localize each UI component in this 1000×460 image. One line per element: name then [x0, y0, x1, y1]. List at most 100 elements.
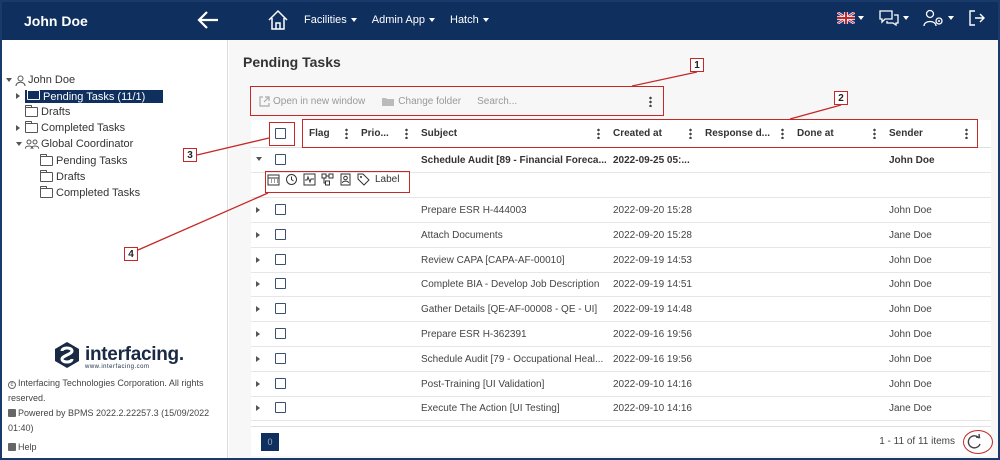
tree-item-gc-drafts[interactable]: Drafts	[40, 169, 85, 185]
collapse-sidebar-icon[interactable]	[196, 9, 220, 31]
expand-icon[interactable]	[16, 125, 20, 131]
row-subject: Review CAPA [CAPA-AF-00010]	[421, 254, 565, 266]
row-subject: Prepare ESR H-444003	[421, 205, 527, 216]
folder-icon	[40, 170, 53, 182]
chevron-down-icon	[350, 18, 357, 22]
expand-icon[interactable]	[16, 142, 22, 146]
row-checkbox[interactable]	[275, 303, 286, 315]
row-subject: Execute The Action [UI Testing]	[421, 403, 560, 415]
row-checkbox[interactable]	[275, 204, 286, 215]
tree-item-completed-tasks[interactable]: Completed Tasks	[16, 120, 125, 136]
copyright-text: c Interfacing Technologies Corporation. A…	[8, 378, 204, 403]
row-subject: Gather Details [QE-AF-00008 - QE - UI]	[421, 304, 598, 316]
row-subject: Schedule Audit [79 - Occupational Heal..…	[421, 353, 604, 365]
table-row[interactable]: Complete BIA - Develop Job Description 20…	[251, 272, 991, 298]
user-icon	[15, 75, 26, 86]
info-icon	[8, 409, 16, 417]
menu-hatch[interactable]: Hatch	[450, 14, 489, 26]
chevron-down-icon	[482, 18, 489, 22]
row-checkbox[interactable]	[275, 352, 286, 364]
annotation-label-4: 4	[124, 247, 138, 261]
help-link[interactable]: Help	[8, 440, 222, 455]
help-icon	[8, 443, 16, 451]
logo-text: interfacing.	[85, 344, 184, 365]
expand-row-icon[interactable]	[256, 207, 260, 213]
menu-admin-app[interactable]: Admin App	[372, 14, 435, 26]
expand-row-icon[interactable]	[256, 281, 260, 288]
expand-row-icon[interactable]	[256, 306, 260, 313]
row-checkbox[interactable]	[275, 402, 286, 414]
row-checkbox[interactable]	[275, 253, 286, 265]
row-created: 2022-09-19 14:53	[613, 254, 692, 266]
row-subject: Attach Documents	[421, 229, 503, 241]
expand-row-icon[interactable]	[256, 231, 260, 238]
table-row[interactable]: Schedule Audit [79 - Occupational Heal..…	[251, 347, 991, 372]
copyright-icon: c	[8, 381, 16, 389]
row-created: 2022-09-20 15:28	[613, 229, 692, 241]
logout-icon[interactable]	[968, 9, 986, 27]
user-settings-menu[interactable]	[923, 9, 954, 27]
expand-icon[interactable]	[16, 93, 20, 99]
expand-row-icon[interactable]	[256, 405, 260, 412]
group-icon	[25, 139, 39, 149]
collapse-row-icon[interactable]	[256, 157, 262, 161]
row-subject: Prepare ESR H-362391	[421, 329, 527, 340]
chevron-down-icon	[903, 16, 909, 20]
expand-row-icon[interactable]	[256, 380, 260, 387]
expand-row-icon[interactable]	[256, 355, 260, 362]
tree-group-global-coordinator[interactable]: Global Coordinator	[16, 136, 133, 152]
table-row[interactable]: Review CAPA [CAPA-AF-00010] 2022-09-19 14…	[251, 248, 991, 273]
menu-facilities[interactable]: Facilities	[304, 14, 357, 26]
tasks-grid: Flag Prio... Subject Created at Response…	[251, 120, 991, 426]
annotation-box-1	[250, 86, 664, 116]
sidebar: John Doe Pending Tasks (11/1) Drafts Com…	[2, 40, 228, 458]
user-name: John Doe	[24, 13, 88, 29]
folder-icon	[27, 87, 40, 100]
tree-item-drafts[interactable]: Drafts	[25, 104, 70, 120]
row-checkbox[interactable]	[275, 278, 286, 290]
row-subject: Schedule Audit [89 - Financial Foreca...	[421, 155, 606, 166]
folder-icon	[25, 121, 38, 133]
chat-icon	[879, 10, 899, 27]
language-selector[interactable]	[837, 12, 864, 24]
expand-row-icon[interactable]	[256, 256, 260, 263]
row-subject: Complete BIA - Develop Job Description	[421, 279, 600, 291]
tree-item-pending-tasks[interactable]: Pending Tasks (11/1)	[16, 87, 164, 104]
powered-by-text: Powered by BPMS 2022.2.22257.3 (15/09/20…	[8, 408, 210, 433]
table-row[interactable]: Prepare ESR H-444003 2022-09-20 15:28 John…	[251, 198, 991, 223]
row-checkbox[interactable]	[275, 328, 286, 339]
home-icon[interactable]	[266, 8, 290, 32]
table-row[interactable]: Prepare ESR H-362391 2022-09-16 19:56 John…	[251, 322, 991, 347]
chevron-down-icon	[948, 16, 954, 20]
tree-item-gc-completed-tasks[interactable]: Completed Tasks	[40, 185, 140, 201]
row-checkbox[interactable]	[275, 154, 286, 165]
folder-icon	[40, 186, 53, 198]
tree-item-gc-pending-tasks[interactable]: Pending Tasks	[40, 153, 127, 169]
chevron-down-icon	[429, 18, 435, 22]
tree-root-john-doe[interactable]: John Doe	[6, 72, 75, 88]
row-sender: John Doe	[889, 205, 932, 216]
table-row-expanded[interactable]: Schedule Audit [89 - Financial Foreca...…	[251, 148, 991, 173]
row-created: 2022-09-19 14:51	[613, 279, 692, 291]
annotation-label-2: 2	[834, 91, 848, 105]
row-created: 2022-09-16 19:56	[613, 329, 692, 340]
row-sender: John Doe	[889, 329, 932, 340]
row-checkbox[interactable]	[275, 377, 286, 389]
page-title: Pending Tasks	[243, 54, 341, 70]
row-created: 2022-09-10 14:16	[613, 378, 692, 390]
row-sender: John Doe	[889, 353, 932, 365]
row-sender: Jane Doe	[889, 229, 932, 241]
annotation-circle-refresh	[963, 430, 993, 454]
selected-folder: Pending Tasks (11/1)	[25, 87, 164, 103]
expand-icon[interactable]	[6, 78, 12, 82]
table-row[interactable]: Execute The Action [UI Testing] 2022-09-1…	[251, 396, 991, 422]
table-row[interactable]: Attach Documents 2022-09-20 15:28 Jane Doe	[251, 223, 991, 248]
page-info: 1 - 11 of 11 items	[879, 436, 955, 447]
table-row[interactable]: Gather Details [QE-AF-00008 - QE - UI] 20…	[251, 297, 991, 323]
row-checkbox[interactable]	[275, 228, 286, 240]
row-sender: John Doe	[889, 155, 935, 166]
chat-menu[interactable]	[878, 9, 909, 27]
expand-row-icon[interactable]	[256, 331, 260, 337]
page-button[interactable]: 0	[261, 433, 279, 451]
table-row[interactable]: Post-Training [UI Validation] 2022-09-10 …	[251, 372, 991, 397]
